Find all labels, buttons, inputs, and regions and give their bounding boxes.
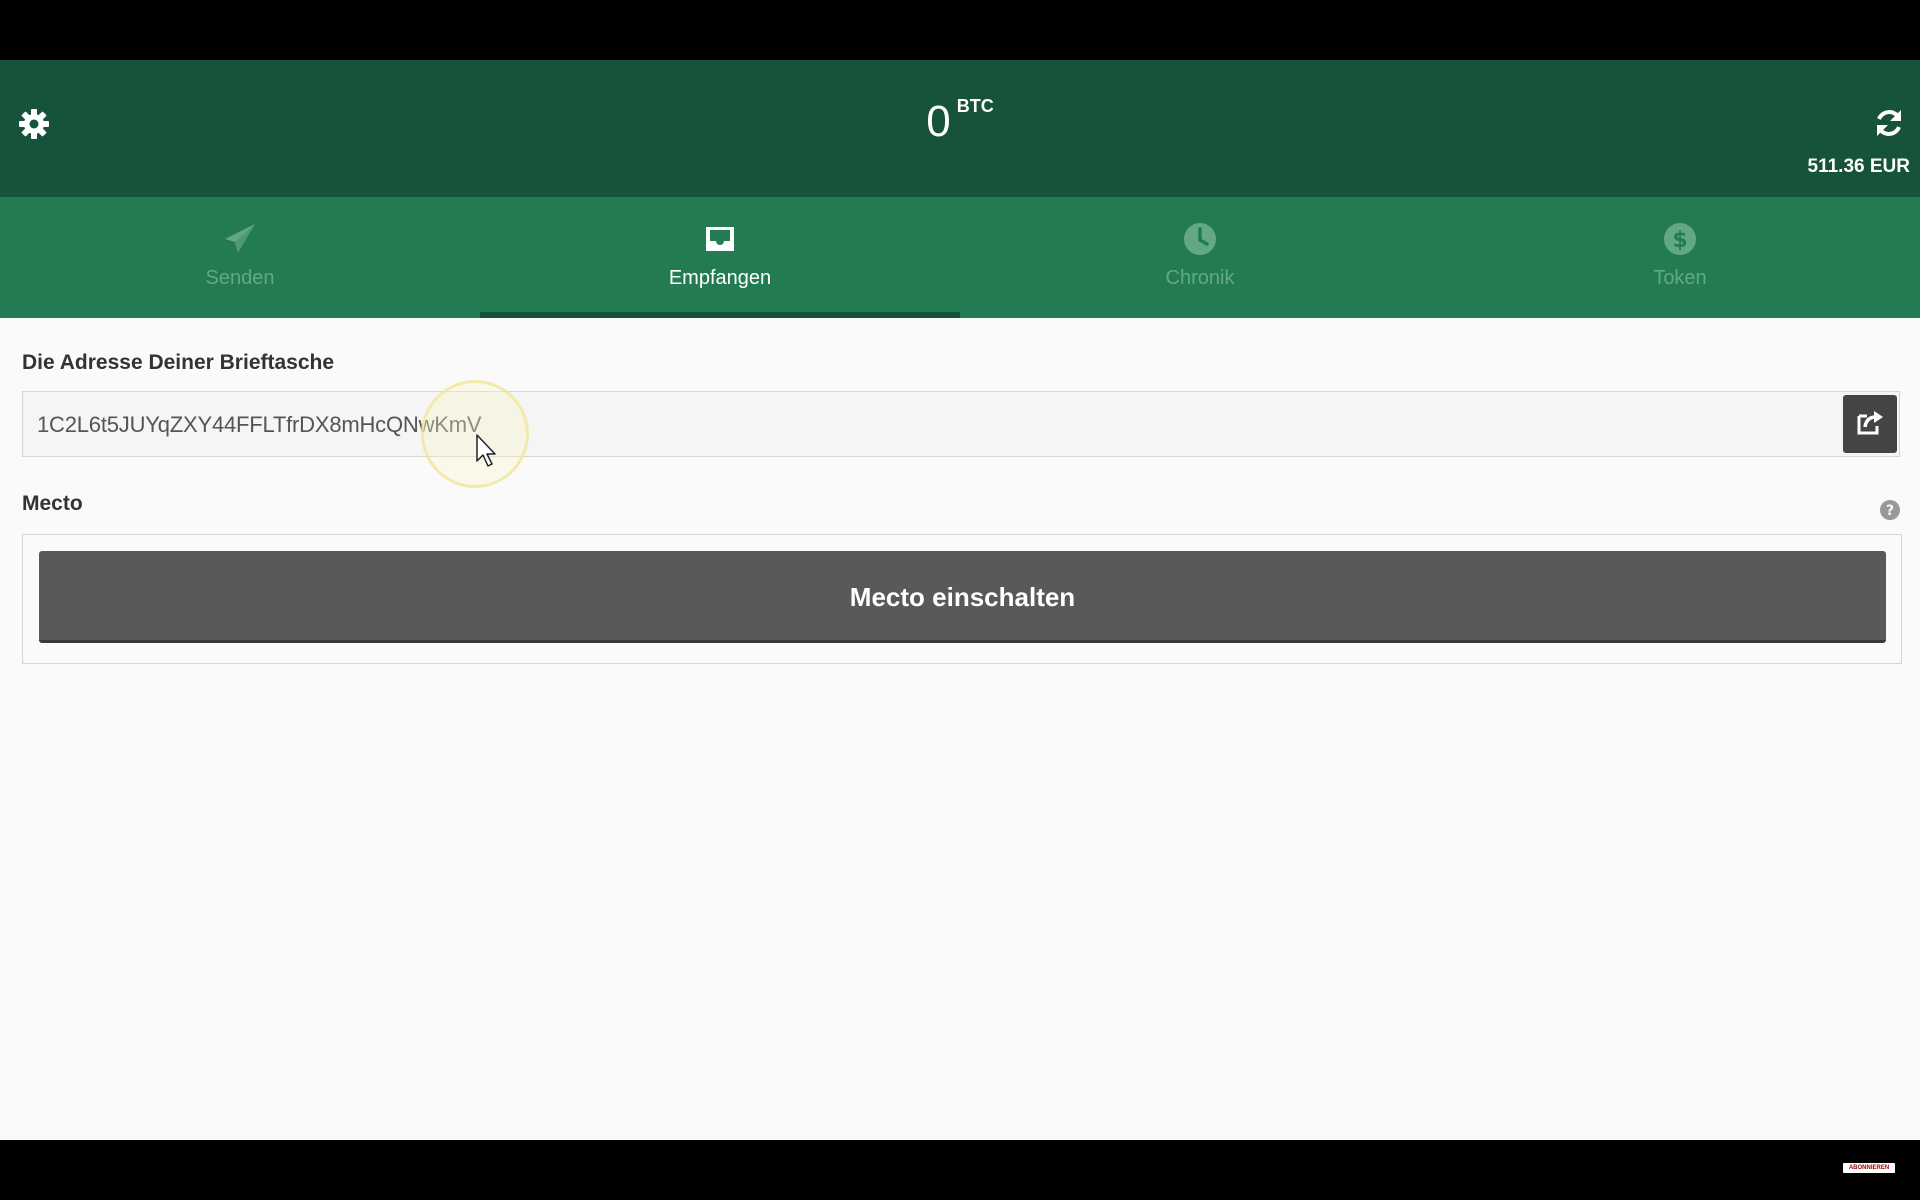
svg-text:?: ? bbox=[1886, 503, 1894, 519]
inbox-icon bbox=[702, 221, 738, 257]
tab-chronik[interactable]: Chronik bbox=[960, 197, 1440, 318]
subscribe-watermark: ABONNIEREN bbox=[1843, 1163, 1895, 1173]
mecto-enable-button[interactable]: Mecto einschalten bbox=[39, 551, 1886, 643]
refresh-icon[interactable] bbox=[1872, 106, 1906, 140]
dollar-circle-icon: $ bbox=[1662, 221, 1698, 257]
address-label: Die Adresse Deiner Brieftasche bbox=[22, 351, 335, 374]
tab-label: Chronik bbox=[1165, 267, 1235, 289]
mecto-label: Mecto bbox=[22, 492, 83, 515]
main-tabs: Senden Empfangen Chronik $ Token bbox=[0, 197, 1920, 318]
help-question-icon[interactable]: ? bbox=[1880, 500, 1900, 520]
mecto-container: Mecto einschalten bbox=[22, 534, 1902, 664]
wallet-address-text[interactable]: 1C2L6t5JUYqZXY44FFLTfrDX8mHcQNwKmV bbox=[37, 412, 482, 438]
fiat-balance: 511.36 EUR bbox=[1807, 156, 1910, 177]
top-letterbox bbox=[0, 0, 1920, 60]
tab-label: Senden bbox=[205, 267, 275, 289]
wallet-address-field[interactable]: 1C2L6t5JUYqZXY44FFLTfrDX8mHcQNwKmV bbox=[22, 391, 1900, 457]
app-header: 0 BTC 511.36 EUR bbox=[0, 60, 1920, 197]
paper-plane-icon bbox=[222, 221, 258, 257]
bottom-letterbox bbox=[0, 1140, 1920, 1200]
tab-senden[interactable]: Senden bbox=[0, 197, 480, 318]
tab-label: Empfangen bbox=[668, 267, 772, 289]
balance-display: 0 BTC bbox=[0, 96, 1920, 148]
share-icon bbox=[1857, 411, 1883, 435]
balance-amount: 0 bbox=[926, 97, 951, 146]
tab-token[interactable]: $ Token bbox=[1440, 197, 1920, 318]
tab-empfangen[interactable]: Empfangen bbox=[480, 197, 960, 318]
receive-panel: Die Adresse Deiner Brieftasche 1C2L6t5JU… bbox=[0, 318, 1920, 1140]
svg-text:$: $ bbox=[1672, 228, 1687, 253]
tab-label: Token bbox=[1653, 267, 1707, 289]
clock-icon bbox=[1182, 221, 1218, 257]
balance-unit: BTC bbox=[956, 96, 994, 116]
share-address-button[interactable] bbox=[1843, 395, 1897, 453]
